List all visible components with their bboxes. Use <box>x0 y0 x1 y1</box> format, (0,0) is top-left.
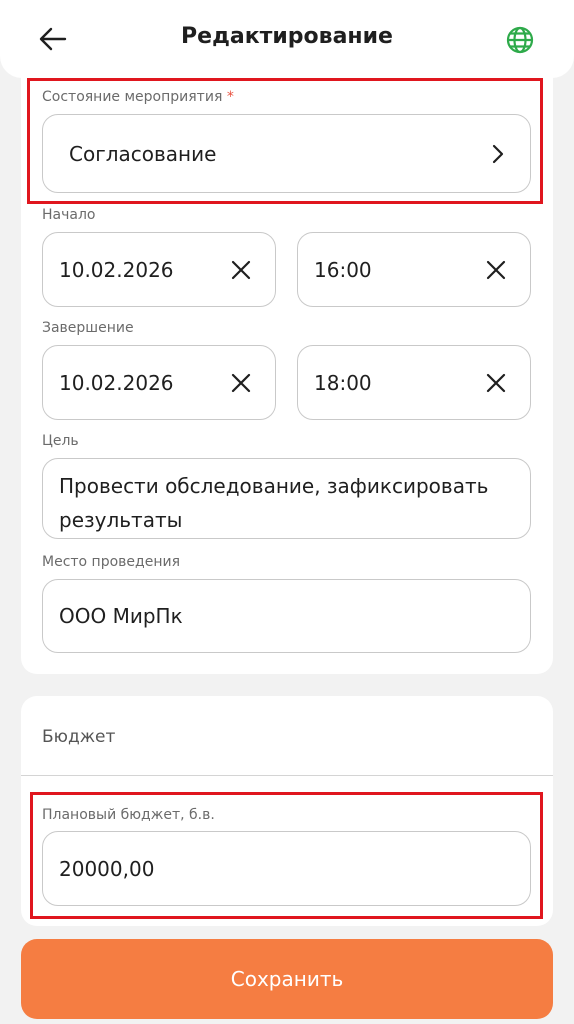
clear-end-time-button[interactable] <box>484 371 508 395</box>
end-label: Завершение <box>42 320 134 336</box>
event-state-label: Состояние мероприятия * <box>42 89 234 105</box>
edit-event-screen: Редактирование Состояние мероприятия * С… <box>0 0 574 1024</box>
event-state-select[interactable]: Согласование <box>42 114 531 193</box>
clear-end-date-button[interactable] <box>229 371 253 395</box>
venue-value: ООО МирПк <box>59 604 183 628</box>
language-button[interactable] <box>505 25 535 55</box>
goal-textarea[interactable]: Провести обследование, зафиксировать рез… <box>42 458 531 539</box>
close-icon <box>231 260 251 279</box>
close-icon <box>486 260 506 279</box>
goal-value: Провести обследование, зафиксировать рез… <box>59 474 489 532</box>
end-date-value: 10.02.2026 <box>59 370 174 395</box>
end-time-value: 18:00 <box>314 370 372 395</box>
page-title: Редактирование <box>181 24 393 49</box>
close-icon <box>231 373 251 392</box>
clear-start-time-button[interactable] <box>484 258 508 282</box>
planned-budget-label: Плановый бюджет, б.в. <box>42 807 215 823</box>
save-button-label: Сохранить <box>230 967 344 991</box>
budget-divider <box>21 775 553 776</box>
event-state-value: Согласование <box>69 141 217 166</box>
end-date-field[interactable]: 10.02.2026 <box>42 345 276 420</box>
start-label: Начало <box>42 207 96 223</box>
clear-start-date-button[interactable] <box>229 258 253 282</box>
close-icon <box>486 373 506 392</box>
save-button[interactable]: Сохранить <box>21 939 553 1019</box>
start-time-value: 16:00 <box>314 257 372 282</box>
start-date-field[interactable]: 10.02.2026 <box>42 232 276 307</box>
chevron-right-icon <box>490 143 506 165</box>
end-time-field[interactable]: 18:00 <box>297 345 531 420</box>
planned-budget-input[interactable]: 20000,00 <box>42 831 531 906</box>
start-date-value: 10.02.2026 <box>59 257 174 282</box>
globe-icon <box>506 26 534 54</box>
start-time-field[interactable]: 16:00 <box>297 232 531 307</box>
planned-budget-value: 20000,00 <box>59 856 155 881</box>
app-header: Редактирование <box>0 0 574 78</box>
budget-section-title: Бюджет <box>42 727 116 747</box>
venue-label: Место проведения <box>42 554 180 570</box>
venue-input[interactable]: ООО МирПк <box>42 579 531 653</box>
goal-label: Цель <box>42 433 79 449</box>
required-mark: * <box>226 89 234 105</box>
